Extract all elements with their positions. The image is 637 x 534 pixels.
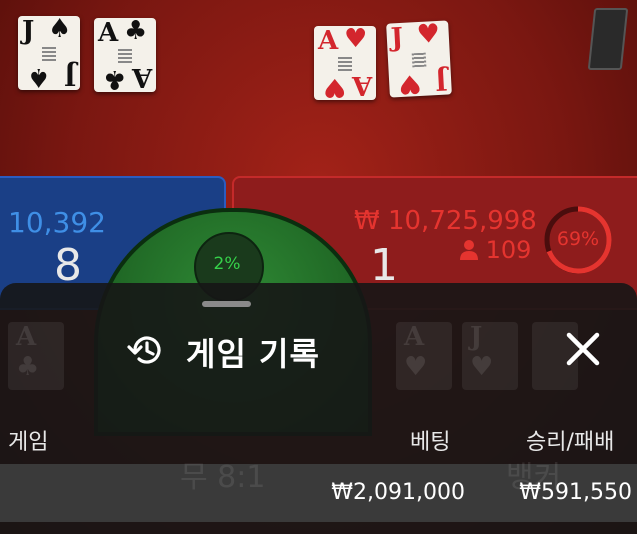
card-rank-bottom: J [434, 64, 448, 96]
banker-percent: 69% [556, 228, 600, 250]
player-total-bet: 10,392 [8, 206, 106, 239]
card-suit-bottom: ♥ [397, 67, 423, 100]
card-rank: J [390, 22, 404, 54]
sheet-drag-handle[interactable] [202, 301, 251, 307]
column-header-bet: 베팅 [410, 430, 451, 455]
history-row-bet: ₩2,091,000 [331, 480, 465, 505]
sheet-title: 게임 기록 [186, 335, 320, 373]
card-suit-bottom: ♠ [26, 62, 50, 92]
card-center-pattern [42, 47, 56, 61]
card-rank-bottom: J [63, 60, 76, 90]
card-suit: ♠ [48, 14, 72, 44]
ghost-tie-payout: 무 8:1 [180, 460, 266, 495]
card-rank: A [318, 26, 339, 56]
card-rank: J [22, 16, 35, 46]
card-suit-bottom: ♣ [102, 64, 126, 94]
card-center-pattern [411, 52, 427, 68]
banker-card-2: J ♥ ♥ J [386, 18, 452, 100]
card-center-pattern [338, 57, 352, 71]
card-rank-bottom: A [131, 62, 152, 92]
user-icon [460, 240, 478, 260]
card-suit-bottom: ♥ [322, 72, 346, 102]
user-count-value: 109 [485, 236, 532, 264]
column-header-game: 게임 [8, 430, 49, 455]
tie-percent: 2% [213, 254, 241, 274]
card-suit: ♣ [124, 16, 148, 46]
player-card-2: A ♣ ♣ A [94, 16, 156, 94]
card-rank-bottom: A [351, 70, 372, 100]
history-icon [127, 336, 161, 364]
card-center-pattern [118, 49, 132, 63]
player-card-1: J ♠ ♠ J [18, 14, 80, 92]
banker-user-count: 109 [460, 236, 531, 264]
banker-total-bet: ₩ 10,725,998 [354, 206, 537, 236]
history-row-result: ₩591,550 [519, 480, 632, 505]
ghost-card: A ♥ [396, 322, 452, 390]
close-icon[interactable] [560, 326, 606, 372]
card-rank: A [98, 18, 119, 48]
card-shoe [587, 8, 629, 70]
ghost-card: A ♣ [8, 322, 64, 390]
banker-card-1: A ♥ ♥ A [314, 24, 376, 102]
card-suit: ♥ [415, 18, 441, 51]
card-suit: ♥ [344, 24, 368, 54]
ghost-card: J ♥ [462, 322, 518, 390]
